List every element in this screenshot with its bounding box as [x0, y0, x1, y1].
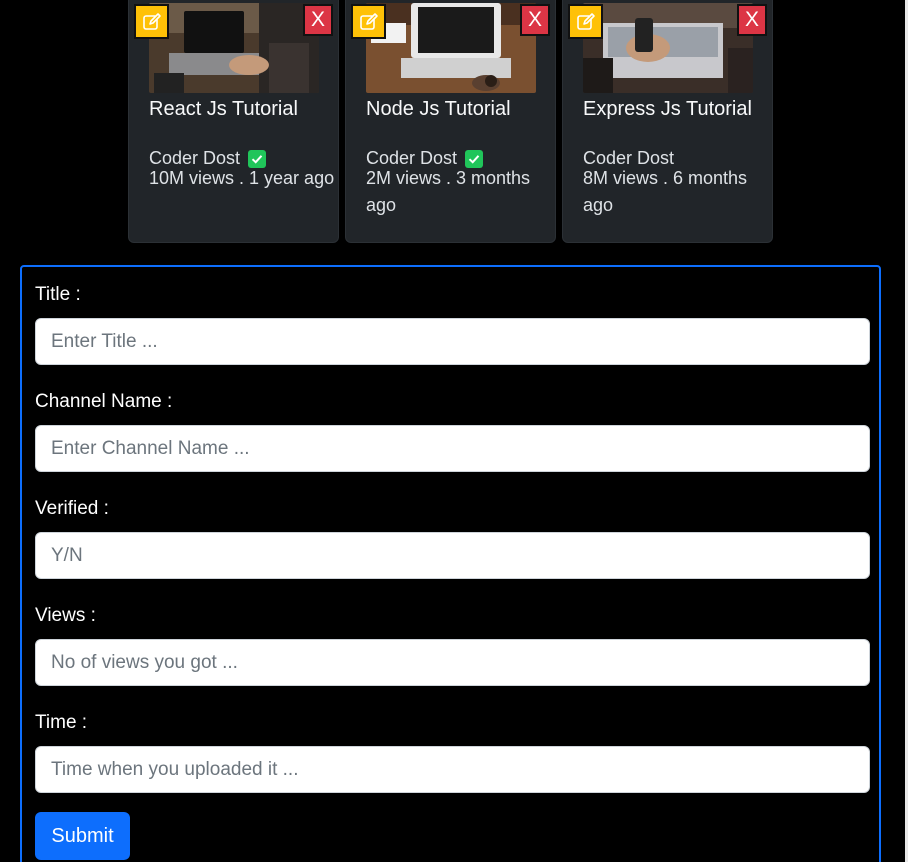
thumbnail-image — [149, 3, 319, 93]
views-input[interactable] — [35, 639, 870, 686]
title-input[interactable] — [35, 318, 870, 365]
delete-button[interactable]: X — [303, 4, 333, 36]
channel-name-label: Channel Name : — [35, 391, 173, 412]
submit-button[interactable]: Submit — [35, 812, 130, 860]
title-label: Title : — [35, 284, 81, 305]
thumbnail-image — [583, 3, 753, 93]
video-card: X React Js Tutorial Coder Dost 10M views… — [128, 0, 339, 243]
time-label: Time : — [35, 712, 88, 733]
video-meta: 2M views . 3 months ago — [366, 168, 531, 215]
verified-label: Verified : — [35, 498, 109, 519]
edit-button[interactable] — [351, 4, 386, 39]
verified-input[interactable] — [35, 532, 870, 579]
pencil-square-icon — [142, 12, 161, 30]
time-input[interactable] — [35, 746, 870, 793]
page: X React Js Tutorial Coder Dost 10M views… — [0, 0, 908, 862]
views-label: Views : — [35, 605, 96, 626]
video-card: X Node Js Tutorial Coder Dost 2M views .… — [345, 0, 556, 243]
channel-name-input[interactable] — [35, 425, 870, 472]
delete-button[interactable]: X — [520, 4, 550, 36]
video-title: Express Js Tutorial — [583, 98, 752, 120]
pencil-square-icon — [359, 12, 378, 30]
edit-button[interactable] — [134, 4, 169, 39]
thumbnail-image — [366, 3, 536, 93]
delete-button[interactable]: X — [737, 4, 767, 36]
add-video-form: Title : Channel Name : Verified : Views … — [20, 265, 881, 862]
edit-button[interactable] — [568, 4, 603, 39]
video-title: React Js Tutorial — [149, 98, 298, 120]
video-meta: 8M views . 6 months ago — [583, 168, 748, 215]
video-card: X Express Js Tutorial Coder Dost 8M view… — [562, 0, 773, 243]
video-meta: 10M views . 1 year ago — [149, 168, 335, 188]
pencil-square-icon — [576, 12, 595, 30]
video-title: Node Js Tutorial — [366, 98, 511, 120]
